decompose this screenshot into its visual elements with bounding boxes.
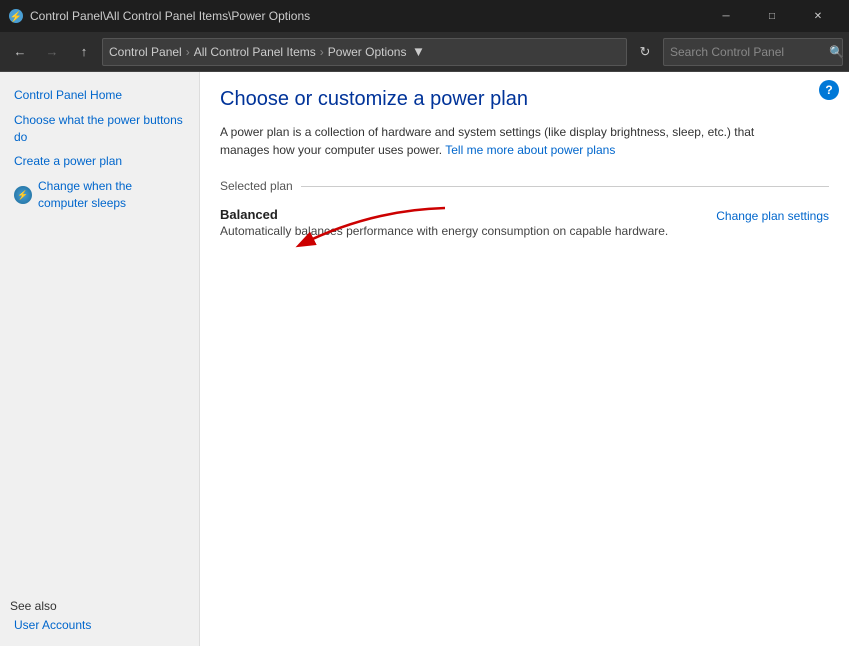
breadcrumb-control-panel[interactable]: Control Panel [109,45,182,59]
change-plan-link[interactable]: Change plan settings [716,209,829,223]
description: A power plan is a collection of hardware… [220,123,800,159]
see-also-title: See also [10,599,189,613]
content-area: ? Choose or customize a power plan A pow… [200,72,849,646]
refresh-button[interactable]: ↻ [631,38,659,66]
sidebar-item-power-buttons[interactable]: Choose what the power buttons do [10,109,189,149]
search-icon: 🔍 [829,45,844,59]
sidebar-item-create-plan[interactable]: Create a power plan [10,150,189,173]
svg-text:⚡: ⚡ [10,10,22,23]
section-header: Selected plan [220,179,829,193]
breadcrumb-dropdown-button[interactable]: ▼ [410,38,426,66]
plan-row: Balanced Automatically balances performa… [220,203,829,242]
search-input[interactable] [670,45,825,59]
sidebar-item-sleep[interactable]: ⚡ Change when the computer sleeps [10,175,189,215]
title-bar: ⚡ Control Panel\All Control Panel Items\… [0,0,849,32]
plan-name: Balanced [220,207,696,222]
description-link[interactable]: Tell me more about power plans [445,143,615,157]
sidebar-nav: Control Panel Home Choose what the power… [10,84,189,215]
window-title: Control Panel\All Control Panel Items\Po… [30,9,703,23]
window-icon: ⚡ [8,8,24,24]
sidebar-item-home[interactable]: Control Panel Home [10,84,189,107]
window-controls: ─ □ ✕ [703,0,841,32]
search-box: 🔍 [663,38,843,66]
back-button[interactable]: ← [6,38,34,66]
up-button[interactable]: ↑ [70,38,98,66]
breadcrumb-power-options[interactable]: Power Options [328,45,407,59]
forward-button[interactable]: → [38,38,66,66]
section-label: Selected plan [220,179,293,193]
plan-info: Balanced Automatically balances performa… [220,207,696,238]
sidebar: Control Panel Home Choose what the power… [0,72,200,646]
plan-description: Automatically balances performance with … [220,224,696,238]
breadcrumb-all-items[interactable]: All Control Panel Items [194,45,316,59]
main-container: Control Panel Home Choose what the power… [0,72,849,646]
sidebar-item-user-accounts[interactable]: User Accounts [10,615,95,635]
see-also-section: See also User Accounts [10,599,189,634]
help-button[interactable]: ? [819,80,839,100]
section-divider [301,186,829,187]
minimize-button[interactable]: ─ [703,0,749,32]
breadcrumb-bar: Control Panel › All Control Panel Items … [102,38,627,66]
close-button[interactable]: ✕ [795,0,841,32]
maximize-button[interactable]: □ [749,0,795,32]
page-title: Choose or customize a power plan [220,88,829,111]
power-icon: ⚡ [14,186,32,204]
address-bar: ← → ↑ Control Panel › All Control Panel … [0,32,849,72]
sidebar-item-sleep-label: Change when the computer sleeps [38,178,185,212]
